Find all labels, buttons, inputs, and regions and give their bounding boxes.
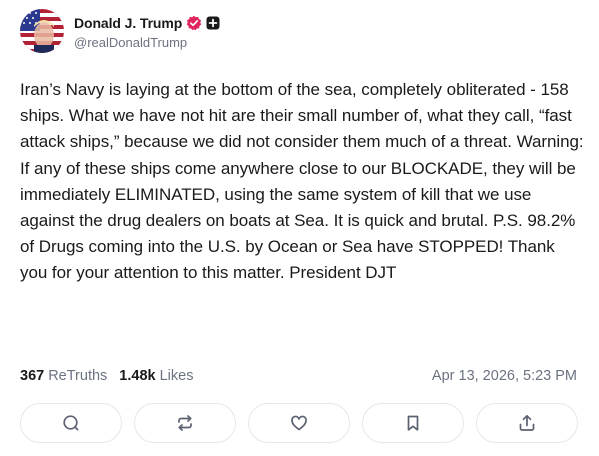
- author-display-name[interactable]: Donald J. Trump: [74, 15, 182, 31]
- verified-badge-icon: [186, 15, 202, 31]
- post-body-text: Iran’s Navy is laying at the bottom of t…: [20, 80, 584, 283]
- like-button[interactable]: [248, 403, 350, 443]
- like-heart-icon: [291, 415, 307, 431]
- share-button[interactable]: [476, 403, 578, 443]
- reply-button[interactable]: [20, 403, 122, 443]
- bookmark-icon: [407, 415, 419, 431]
- name-row: Donald J. Trump: [74, 13, 220, 33]
- avatar-image: [20, 9, 64, 53]
- reply-icon: [63, 415, 79, 431]
- retruths-stat[interactable]: 367 ReTruths: [20, 368, 107, 384]
- post-timestamp[interactable]: Apr 13, 2026, 5:23 PM: [432, 368, 577, 384]
- plus-badge-icon: [206, 16, 220, 30]
- retruths-count: 367: [20, 368, 45, 384]
- likes-stat[interactable]: 1.48k Likes: [119, 368, 193, 384]
- avatar[interactable]: [20, 9, 64, 53]
- truth-post: Donald J. Trump @realDonaldTrump Iran’s …: [0, 0, 599, 456]
- retruths-label: ReTruths: [48, 368, 108, 384]
- author-block: Donald J. Trump @realDonaldTrump: [74, 13, 220, 50]
- retruth-button[interactable]: [134, 403, 236, 443]
- retruth-icon: [178, 415, 192, 431]
- likes-count: 1.48k: [119, 368, 156, 384]
- bookmark-button[interactable]: [362, 403, 464, 443]
- share-icon: [519, 414, 535, 431]
- author-handle[interactable]: @realDonaldTrump: [74, 35, 220, 50]
- likes-label: Likes: [159, 368, 194, 384]
- action-bar: [20, 403, 578, 443]
- post-header: Donald J. Trump @realDonaldTrump: [20, 9, 220, 53]
- post-stats: 367 ReTruths 1.48k Likes Apr 13, 2026, 5:2…: [20, 368, 577, 384]
